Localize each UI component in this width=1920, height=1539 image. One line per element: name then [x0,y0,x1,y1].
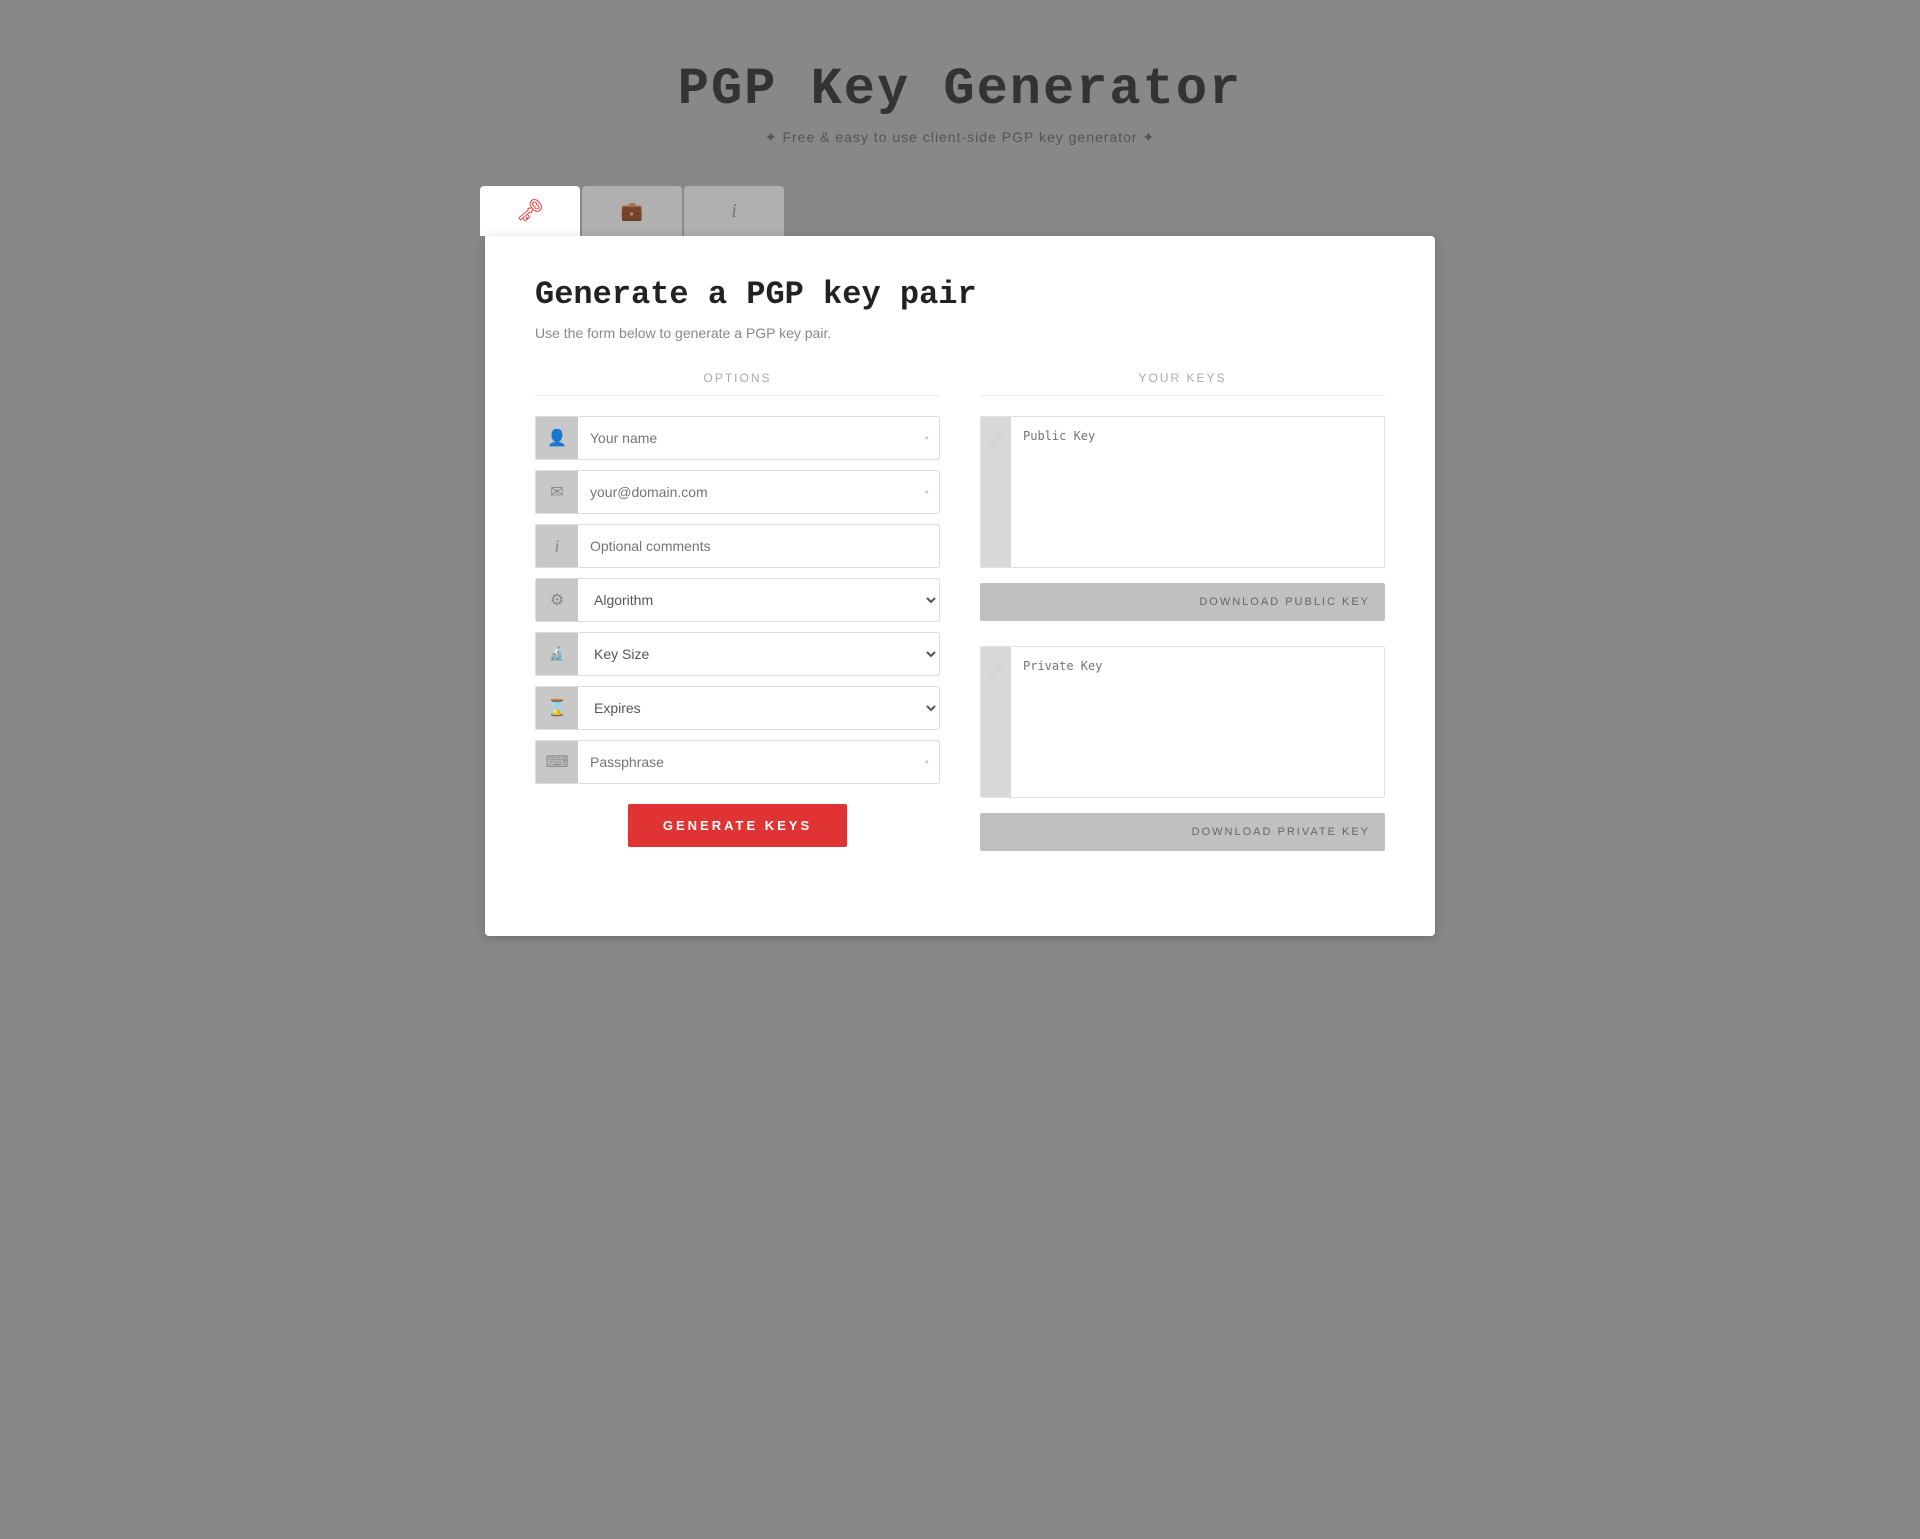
keys-column: YOUR KEYS 🗝 DOWNLOAD PUBLIC KEY 🗝 DOWNLO… [980,371,1385,876]
comment-row: i [535,524,940,568]
private-key-icon-box: 🗝 [981,647,1011,797]
options-column: OPTIONS 👤 • ✉ • i [535,371,940,876]
page-subtitle: Free & easy to use client-side PGP key g… [678,129,1243,146]
keyboard-icon: ⌨ [545,752,568,772]
card-subtitle: Use the form below to generate a PGP key… [535,325,1385,341]
name-input[interactable] [578,417,925,459]
card-title: Generate a PGP key pair [535,276,1385,313]
algorithm-icon-box: ⚙ [536,579,578,621]
page-header: PGP Key Generator Free & easy to use cli… [678,60,1243,146]
comment-icon-box: i [536,525,578,567]
email-icon-box: ✉ [536,471,578,513]
public-key-icon: 🗝 [987,432,1005,449]
keysize-select[interactable]: Key Size 1024 2048 4096 [578,633,939,675]
passphrase-row: ⌨ • [535,740,940,784]
expires-row: ⌛ Expires 1 year 2 years Never [535,686,940,730]
public-key-area: 🗝 [980,416,1385,568]
info-field-icon: i [554,536,559,557]
download-private-key-button[interactable]: DOWNLOAD PRIVATE KEY [980,813,1385,851]
main-card: Generate a PGP key pair Use the form bel… [485,236,1435,936]
options-header: OPTIONS [535,371,940,396]
keys-header: YOUR KEYS [980,371,1385,396]
tab-keyring[interactable]: 💼 [582,186,682,236]
keysize-icon-box: 🔬 [536,633,578,675]
passphrase-required-marker: • [925,755,939,769]
algorithm-select[interactable]: Algorithm RSA DSA ECC [578,579,939,621]
tab-info[interactable]: i [684,186,784,236]
tabs-container: 🗝 💼 i [480,186,1430,236]
private-key-textarea[interactable] [1011,647,1384,797]
email-icon: ✉ [550,482,563,502]
flask-icon: 🔬 [549,646,565,662]
hourglass-icon: ⌛ [547,698,567,718]
keysize-row: 🔬 Key Size 1024 2048 4096 [535,632,940,676]
private-key-icon: 🗝 [987,662,1005,679]
name-row: 👤 • [535,416,940,460]
email-row: ✉ • [535,470,940,514]
generate-keys-button[interactable]: GENERATE KEYS [628,804,847,847]
expires-select[interactable]: Expires 1 year 2 years Never [578,687,939,729]
algorithm-row: ⚙ Algorithm RSA DSA ECC [535,578,940,622]
download-public-key-button[interactable]: DOWNLOAD PUBLIC KEY [980,583,1385,621]
tab-generate[interactable]: 🗝 [480,186,580,236]
user-icon-box: 👤 [536,417,578,459]
private-key-area: 🗝 [980,646,1385,798]
expires-icon-box: ⌛ [536,687,578,729]
public-key-textarea[interactable] [1011,417,1384,567]
name-required-marker: • [925,431,939,445]
passphrase-input[interactable] [578,741,925,783]
gear-icon: ⚙ [550,590,564,610]
page-title: PGP Key Generator [678,60,1243,119]
email-input[interactable] [578,471,925,513]
columns: OPTIONS 👤 • ✉ • i [535,371,1385,876]
info-icon: i [731,200,737,223]
email-required-marker: • [925,485,939,499]
passphrase-icon-box: ⌨ [536,741,578,783]
briefcase-icon: 💼 [621,201,643,222]
comment-input[interactable] [578,525,939,567]
key-icon: 🗝 [516,198,544,224]
public-key-icon-box: 🗝 [981,417,1011,567]
user-icon: 👤 [547,428,567,448]
